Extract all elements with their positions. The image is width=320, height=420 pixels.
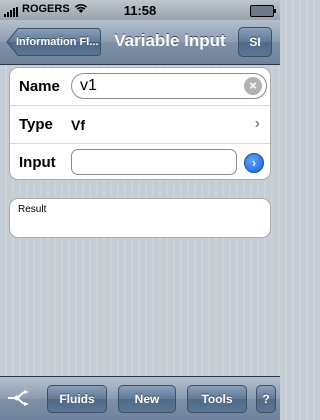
flow-diagram-icon[interactable] [6, 387, 32, 409]
chevron-right-icon: › [254, 115, 260, 132]
units-button[interactable]: SI [238, 27, 272, 57]
help-button[interactable]: ? [256, 385, 276, 413]
result-label: Result [18, 204, 47, 215]
clock: 11:58 [123, 3, 157, 18]
type-label: Type [19, 116, 53, 133]
back-button-label: Information Fl... [16, 36, 99, 48]
page-title: Variable Input [114, 31, 226, 50]
result-box: Result [9, 198, 271, 238]
name-field[interactable]: v1 × [71, 73, 267, 99]
input-label: Input [19, 154, 56, 171]
fluids-button[interactable]: Fluids [47, 385, 107, 413]
new-button[interactable]: New [118, 385, 176, 413]
status-bar: ROGERS 11:58 [0, 0, 280, 20]
type-value: Vf [71, 117, 85, 133]
type-row[interactable]: Type Vf › [10, 106, 270, 144]
name-value: v1 [80, 77, 97, 94]
back-button[interactable]: Information Fl... [6, 27, 102, 57]
name-row: Name v1 × [10, 68, 270, 106]
name-label: Name [19, 78, 60, 95]
input-row: Input › [10, 144, 270, 179]
bottom-toolbar: Fluids New Tools ? [0, 376, 280, 420]
battery-icon [250, 5, 276, 17]
tools-button[interactable]: Tools [187, 385, 247, 413]
go-arrow-icon[interactable]: › [244, 153, 264, 173]
variable-form: Name v1 × Type Vf › Input › [9, 67, 271, 180]
navigation-bar: Information Fl... Variable Input SI [0, 20, 280, 65]
clear-icon[interactable]: × [244, 77, 262, 95]
input-field[interactable] [71, 149, 237, 175]
